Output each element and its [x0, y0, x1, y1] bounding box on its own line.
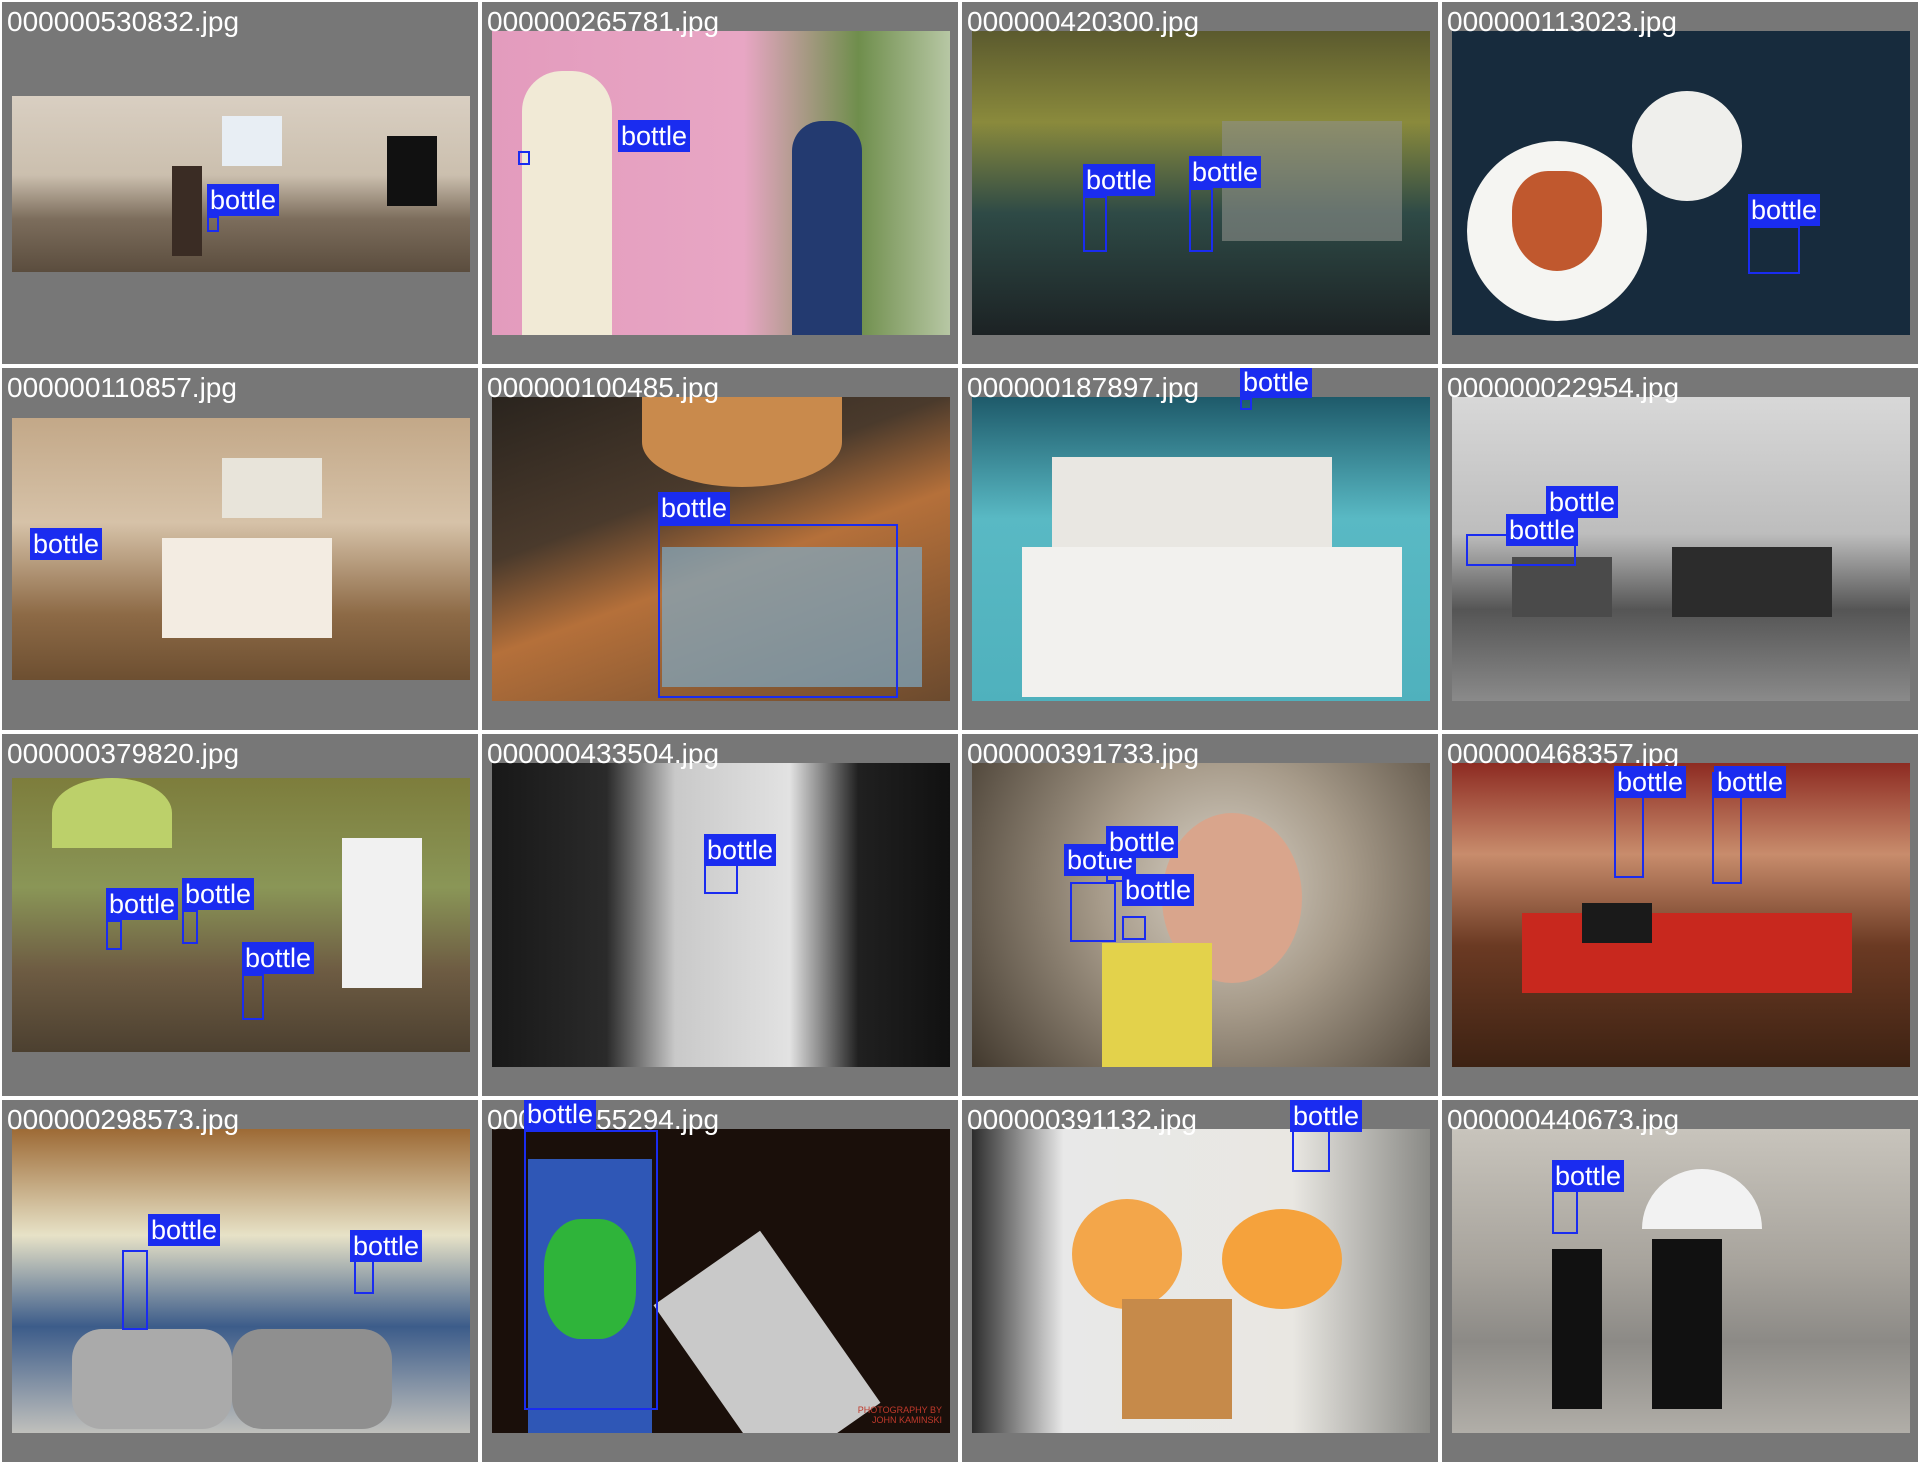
grid-tile: 000000113023.jpg bottle: [1442, 2, 1918, 364]
bottle-label: bottle: [1290, 1100, 1363, 1132]
tile-photo: [1452, 31, 1910, 335]
bounding-box: [1189, 188, 1213, 252]
tile-photo: [12, 778, 470, 1052]
bottle-label: bottle: [1506, 514, 1579, 546]
bounding-box: [1748, 226, 1800, 274]
bottle-label: bottle: [524, 1100, 597, 1130]
bounding-box: [518, 151, 530, 165]
photo-watermark: PHOTOGRAPHY BY JOHN KAMINSKI: [857, 1405, 942, 1425]
grid-tile: 000000187897.jpg bottle: [962, 368, 1438, 730]
grid-tile: 000000420300.jpg bottle bottle: [962, 2, 1438, 364]
tile-photo: [972, 1129, 1430, 1433]
tile-photo: [1452, 1129, 1910, 1433]
detection-grid: 000000530832.jpg bottle 000000265781.jpg…: [0, 0, 1920, 1464]
bottle-label: bottle: [1748, 194, 1821, 226]
bounding-box: [242, 974, 264, 1020]
bounding-box: [122, 1250, 148, 1330]
bounding-box: [1240, 398, 1252, 410]
bounding-box: [1070, 882, 1116, 942]
grid-tile: 000000155294.jpg PHOTOGRAPHY BY JOHN KAM…: [482, 1100, 958, 1462]
bounding-box: [524, 1130, 658, 1410]
bounding-box: [1292, 1130, 1330, 1172]
bounding-box: [207, 216, 219, 232]
grid-tile: 000000440673.jpg bottle: [1442, 1100, 1918, 1462]
grid-tile: 000000100485.jpg bottle: [482, 368, 958, 730]
bottle-label: bottle: [1546, 486, 1619, 518]
bottle-label: bottle: [618, 120, 691, 152]
tile-photo: [12, 1129, 470, 1433]
grid-tile: 000000298573.jpg bottle bottle: [2, 1100, 478, 1462]
grid-tile: 000000391132.jpg bottle: [962, 1100, 1438, 1462]
bottle-label: bottle: [1552, 1160, 1625, 1192]
grid-tile: 000000468357.jpg bottle bottle: [1442, 734, 1918, 1096]
bottle-label: bottle: [1614, 766, 1687, 798]
tile-filename: 000000379820.jpg: [7, 738, 240, 769]
tile-photo: [492, 763, 950, 1067]
bottle-label: bottle: [1714, 766, 1787, 798]
tile-filename: 000000110857.jpg: [7, 372, 237, 403]
tile-filename: 000000530832.jpg: [7, 6, 240, 37]
bounding-box: [658, 524, 898, 698]
bottle-label: bottle: [30, 528, 103, 560]
bounding-box: [1083, 196, 1107, 252]
grid-tile: 000000265781.jpg bottle: [482, 2, 958, 364]
bounding-box: [1122, 916, 1146, 940]
tile-photo: [492, 31, 950, 335]
tile-photo: [972, 763, 1430, 1067]
bottle-label: bottle: [207, 184, 280, 216]
bottle-label: bottle: [1240, 368, 1313, 398]
bottle-label: bottle: [106, 888, 179, 920]
grid-tile: 000000530832.jpg bottle: [2, 2, 478, 364]
bottle-label: bottle: [350, 1230, 423, 1262]
tile-photo: [972, 397, 1430, 701]
bottle-label: bottle: [704, 834, 777, 866]
grid-tile: 000000022954.jpg bottle bottle: [1442, 368, 1918, 730]
bounding-box: [106, 920, 122, 950]
bottle-label: bottle: [1122, 874, 1195, 906]
bounding-box: [704, 864, 738, 894]
grid-tile: 000000110857.jpg bottle: [2, 368, 478, 730]
grid-tile: 000000391733.jpg bottle bottle bottle: [962, 734, 1438, 1096]
bottle-label: bottle: [242, 942, 315, 974]
grid-tile: 000000379820.jpg bottle bottle bottle: [2, 734, 478, 1096]
grid-tile: 000000433504.jpg bottle: [482, 734, 958, 1096]
tile-photo: [1452, 763, 1910, 1067]
bounding-box: [182, 910, 198, 944]
bottle-label: bottle: [1083, 164, 1156, 196]
bottle-label: bottle: [1106, 826, 1179, 858]
bottle-label: bottle: [1189, 156, 1262, 188]
bottle-label: bottle: [182, 878, 255, 910]
bottle-label: bottle: [148, 1214, 221, 1246]
bottle-label: bottle: [658, 492, 731, 524]
